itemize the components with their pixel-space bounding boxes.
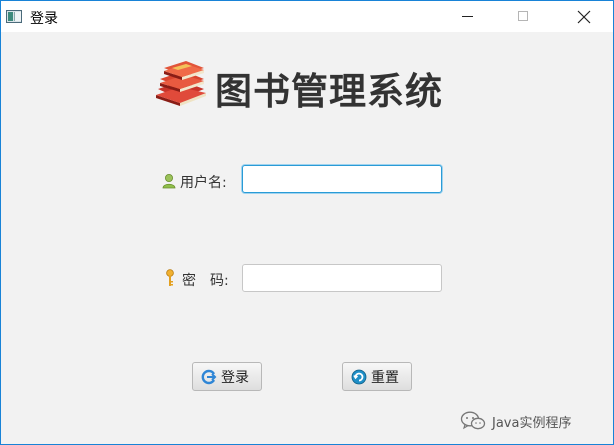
close-button[interactable]	[561, 1, 607, 32]
password-label-second: 码:	[210, 273, 229, 289]
login-button[interactable]: 登录	[192, 362, 262, 391]
password-label-first: 密	[182, 273, 196, 289]
title-bar[interactable]: 登录	[1, 1, 613, 32]
app-heading: 图书管理系统	[215, 70, 443, 113]
key-icon	[166, 269, 174, 286]
window-title: 登录	[30, 11, 58, 27]
watermark: Java实例程序	[460, 411, 571, 431]
reset-icon	[351, 369, 367, 384]
reset-button-label: 重置	[371, 369, 399, 386]
close-icon	[577, 10, 591, 24]
minimize-icon	[462, 16, 473, 17]
maximize-button[interactable]	[500, 1, 546, 32]
username-input[interactable]	[242, 165, 442, 193]
login-button-label: 登录	[221, 369, 249, 386]
app-icon	[6, 10, 22, 23]
user-icon	[162, 174, 176, 189]
wechat-icon	[460, 411, 486, 430]
maximize-icon	[518, 11, 528, 21]
watermark-text: Java实例程序	[492, 415, 572, 431]
reset-button[interactable]: 重置	[342, 362, 412, 391]
password-label: 密码:	[182, 270, 229, 290]
books-icon	[156, 61, 206, 106]
password-input[interactable]	[242, 264, 442, 292]
login-arrow-icon	[201, 369, 217, 384]
login-window: 登录 图书管理系统 用户名: 密 码: 登录 重置 Java实例程序	[0, 0, 614, 445]
minimize-button[interactable]	[444, 1, 490, 32]
username-label: 用户名:	[180, 175, 227, 191]
